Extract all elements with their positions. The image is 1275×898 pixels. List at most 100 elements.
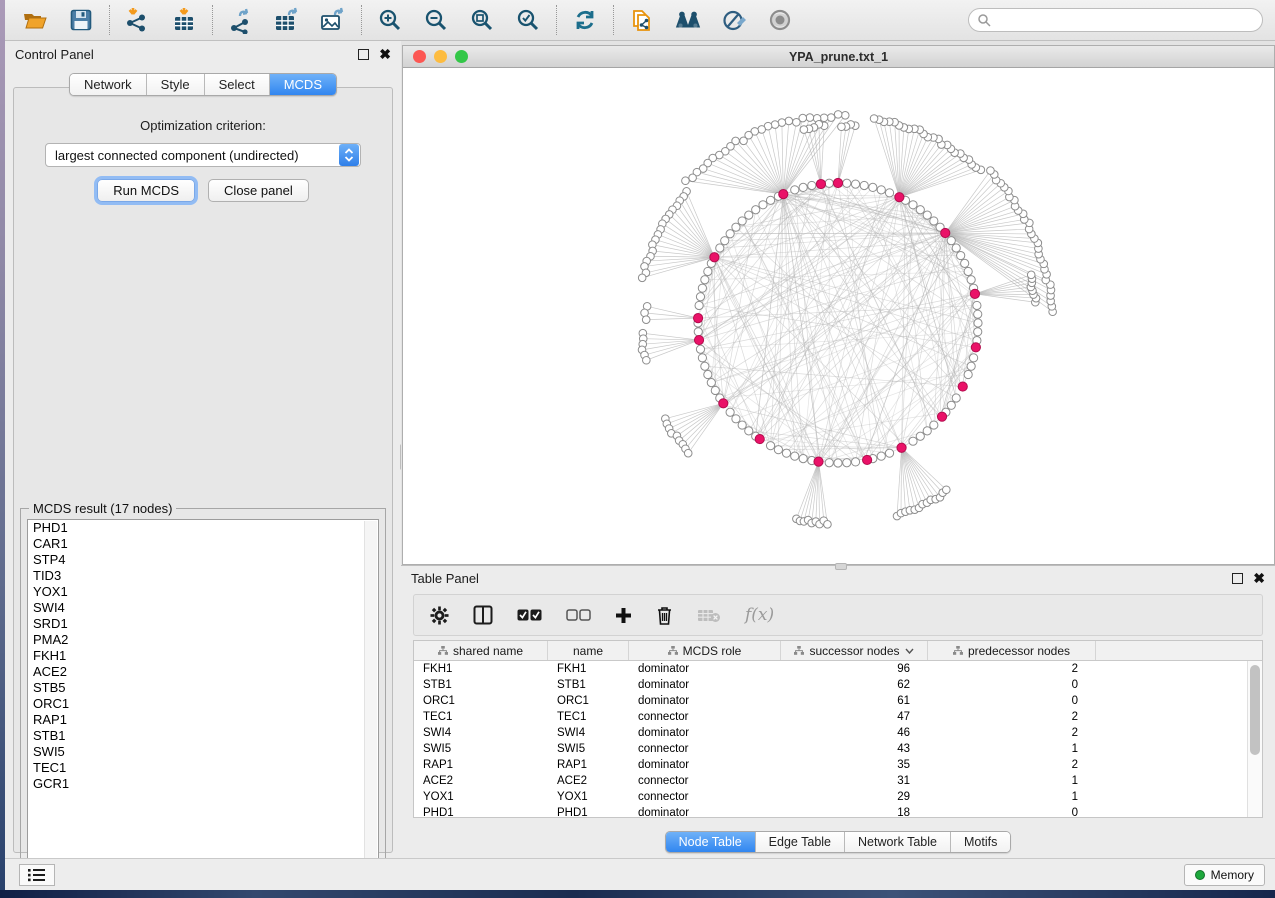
mcds-dominator-node[interactable] <box>694 335 703 344</box>
mcds-dominator-node[interactable] <box>779 190 788 199</box>
close-panel-icon[interactable]: ✖ <box>379 49 391 60</box>
network-leaf-node[interactable] <box>987 167 995 175</box>
tab-style[interactable]: Style <box>147 74 205 95</box>
network-node[interactable] <box>799 455 807 463</box>
table-row[interactable]: PHD1PHD1dominator180 <box>414 805 1247 817</box>
mcds-result-item[interactable]: STB5 <box>28 680 378 696</box>
network-node[interactable] <box>909 437 917 445</box>
table-row[interactable]: FKH1FKH1dominator962 <box>414 661 1247 677</box>
network-leaf-node[interactable] <box>682 177 690 185</box>
mcds-dominator-node[interactable] <box>897 443 906 452</box>
column-header-predecessor-nodes[interactable]: predecessor nodes <box>928 641 1096 660</box>
mcds-result-item[interactable]: ORC1 <box>28 696 378 712</box>
mcds-result-item[interactable]: ACE2 <box>28 664 378 680</box>
network-node[interactable] <box>782 449 790 457</box>
network-node[interactable] <box>974 319 982 327</box>
network-leaf-node[interactable] <box>1027 271 1035 279</box>
save-session-icon[interactable] <box>67 6 95 34</box>
task-history-button[interactable] <box>19 864 55 886</box>
network-node[interactable] <box>695 301 703 309</box>
binoculars-icon[interactable] <box>674 6 702 34</box>
network-node[interactable] <box>947 401 955 409</box>
create-column-icon[interactable] <box>615 607 632 624</box>
network-leaf-node[interactable] <box>834 111 842 119</box>
mcds-result-item[interactable]: PHD1 <box>28 520 378 536</box>
network-leaf-node[interactable] <box>841 111 849 119</box>
network-node[interactable] <box>701 362 709 370</box>
mcds-dominator-node[interactable] <box>719 399 728 408</box>
mcds-result-item[interactable]: SRD1 <box>28 616 378 632</box>
network-node[interactable] <box>885 189 893 197</box>
table-row[interactable]: SWI4SWI4dominator462 <box>414 725 1247 741</box>
network-node[interactable] <box>721 237 729 245</box>
network-node[interactable] <box>970 354 978 362</box>
show-columns-icon[interactable] <box>473 605 493 625</box>
mcds-result-list[interactable]: PHD1CAR1STP4TID3YOX1SWI4SRD1PMA2FKH1ACE2… <box>27 519 379 873</box>
window-minimize-icon[interactable] <box>434 50 447 63</box>
unselect-all-columns-icon[interactable] <box>566 609 591 621</box>
search-input[interactable] <box>996 13 1254 27</box>
select-all-columns-icon[interactable] <box>517 609 542 621</box>
delete-columns-icon[interactable] <box>656 605 673 625</box>
network-node[interactable] <box>952 244 960 252</box>
table-options-gear-icon[interactable] <box>430 606 449 625</box>
import-network-icon[interactable] <box>124 6 152 34</box>
function-builder-icon[interactable]: f(x) <box>745 605 774 625</box>
network-leaf-node[interactable] <box>827 114 835 122</box>
table-scrollbar[interactable] <box>1247 661 1262 817</box>
network-node[interactable] <box>964 267 972 275</box>
zoom-in-icon[interactable] <box>376 6 404 34</box>
network-node[interactable] <box>808 181 816 189</box>
mcds-result-item[interactable]: SWI4 <box>28 600 378 616</box>
network-node[interactable] <box>961 259 969 267</box>
network-node[interactable] <box>759 201 767 209</box>
window-zoom-icon[interactable] <box>455 50 468 63</box>
mcds-dominator-node[interactable] <box>970 289 979 298</box>
network-leaf-node[interactable] <box>820 114 828 122</box>
column-header-name[interactable]: name <box>548 641 629 660</box>
network-node[interactable] <box>701 276 709 284</box>
optimization-criterion-select[interactable]: largest connected component (undirected) <box>45 143 361 167</box>
column-header-successor-nodes[interactable]: successor nodes <box>781 641 928 660</box>
mcds-result-item[interactable]: TEC1 <box>28 760 378 776</box>
tab-edge-table[interactable]: Edge Table <box>756 832 845 852</box>
network-leaf-node[interactable] <box>800 126 808 134</box>
hide-details-icon[interactable] <box>720 6 748 34</box>
network-node[interactable] <box>696 293 704 301</box>
network-node[interactable] <box>916 432 924 440</box>
table-row[interactable]: ACE2ACE2connector311 <box>414 773 1247 789</box>
table-row[interactable]: YOX1YOX1connector291 <box>414 789 1247 805</box>
network-node[interactable] <box>930 217 938 225</box>
delete-table-icon[interactable] <box>697 607 721 623</box>
mcds-result-item[interactable]: YOX1 <box>28 584 378 600</box>
network-node[interactable] <box>923 211 931 219</box>
network-node[interactable] <box>791 452 799 460</box>
network-leaf-node[interactable] <box>758 126 766 134</box>
network-node[interactable] <box>766 442 774 450</box>
network-leaf-node[interactable] <box>684 449 692 457</box>
network-node[interactable] <box>885 449 893 457</box>
mcds-dominator-node[interactable] <box>971 343 980 352</box>
network-node[interactable] <box>877 186 885 194</box>
export-table-icon[interactable] <box>273 6 301 34</box>
network-canvas[interactable] <box>403 68 1274 564</box>
import-table-icon[interactable] <box>170 6 198 34</box>
network-node[interactable] <box>843 179 851 187</box>
network-node[interactable] <box>923 427 931 435</box>
network-node[interactable] <box>825 459 833 467</box>
mcds-list-scrollbar[interactable] <box>364 521 377 871</box>
close-table-panel-icon[interactable]: ✖ <box>1253 573 1265 584</box>
network-node[interactable] <box>964 370 972 378</box>
network-node[interactable] <box>745 211 753 219</box>
zoom-selected-icon[interactable] <box>514 6 542 34</box>
network-node[interactable] <box>952 394 960 402</box>
network-leaf-node[interactable] <box>785 117 793 125</box>
tab-motifs[interactable]: Motifs <box>951 832 1010 852</box>
network-node[interactable] <box>696 345 704 353</box>
network-node[interactable] <box>947 237 955 245</box>
network-leaf-node[interactable] <box>643 356 651 364</box>
mcds-dominator-node[interactable] <box>895 193 904 202</box>
network-node[interactable] <box>726 230 734 238</box>
network-node[interactable] <box>745 427 753 435</box>
export-image-icon[interactable] <box>319 6 347 34</box>
